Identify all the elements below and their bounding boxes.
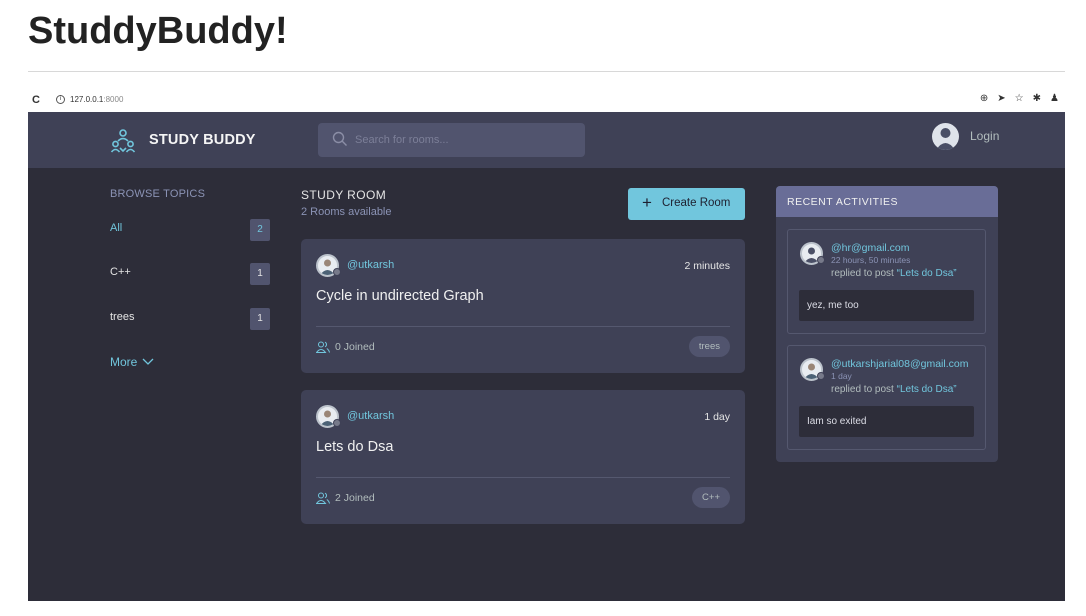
topic-count-badge: 2 <box>250 219 270 241</box>
extensions-icon[interactable]: ✱ <box>1033 93 1041 104</box>
activity-item: @hr@gmail.com 22 hours, 50 minutes repli… <box>787 229 986 334</box>
topic-label: C++ <box>110 266 131 278</box>
send-icon[interactable]: ➤ <box>997 93 1005 104</box>
room-topic-tag[interactable]: C++ <box>692 487 730 508</box>
search-bar[interactable] <box>318 123 585 157</box>
room-host[interactable]: @utkarsh <box>347 259 394 271</box>
activity-item: @utkarshjarial08@gmail.com 1 day replied… <box>787 345 986 450</box>
activity-user[interactable]: @utkarshjarial08@gmail.com <box>831 358 968 370</box>
online-status-dot <box>817 372 825 380</box>
activity-time: 1 day <box>831 371 852 381</box>
plus-icon: + <box>642 193 652 212</box>
topic-item-cpp[interactable]: C++ 1 <box>110 263 270 285</box>
room-divider <box>316 477 730 478</box>
topic-label: All <box>110 222 123 234</box>
search-input[interactable] <box>355 123 575 157</box>
room-host[interactable]: @utkarsh <box>347 410 394 422</box>
activity-user[interactable]: @hr@gmail.com <box>831 242 910 254</box>
topic-label: trees <box>110 311 135 323</box>
more-label: More <box>110 355 138 369</box>
rooms-available-count: 2 Rooms available <box>301 206 392 218</box>
title-divider <box>28 71 1065 72</box>
people-icon <box>315 491 330 509</box>
activity-action-text: replied to post <box>831 268 894 279</box>
create-room-label: Create Room <box>662 197 731 209</box>
online-status-dot <box>817 256 825 264</box>
people-icon <box>315 340 330 358</box>
brand-name[interactable]: STUDY BUDDY <box>149 132 256 148</box>
room-title[interactable]: Cycle in undirected Graph <box>316 288 484 304</box>
recent-activities-title: RECENT ACTIVITIES <box>787 196 898 208</box>
room-title[interactable]: Lets do Dsa <box>316 439 393 455</box>
login-link[interactable]: Login <box>970 129 999 143</box>
create-room-button[interactable]: + Create Room <box>628 188 745 220</box>
activity-time: 22 hours, 50 minutes <box>831 255 911 265</box>
chevron-down-icon <box>141 355 155 369</box>
topic-count-badge: 1 <box>250 308 270 330</box>
browser-toolbar: C i 127.0.0.1:8000 ⊕ ➤ ☆ ✱ ♟ <box>28 92 1065 109</box>
activity-action: replied to post “Lets do Dsa” <box>831 268 957 279</box>
topic-count-badge: 1 <box>250 263 270 285</box>
activity-action: replied to post “Lets do Dsa” <box>831 384 957 395</box>
user-avatar[interactable] <box>932 123 959 150</box>
page-title: StuddyBuddy! <box>28 10 288 52</box>
search-icon <box>332 131 348 152</box>
logo-icon[interactable] <box>110 128 136 159</box>
info-icon[interactable]: i <box>56 95 65 104</box>
online-status-dot <box>333 419 341 427</box>
zoom-icon[interactable]: ⊕ <box>980 93 988 104</box>
room-time: 2 minutes <box>684 260 730 272</box>
study-room-heading: STUDY ROOM <box>301 188 387 202</box>
star-icon[interactable]: ☆ <box>1015 93 1024 104</box>
address-bar[interactable]: 127.0.0.1:8000 <box>70 95 123 104</box>
online-status-dot <box>333 268 341 276</box>
url-port: :8000 <box>103 95 124 104</box>
room-card[interactable]: @utkarsh 2 minutes Cycle in undirected G… <box>301 239 745 373</box>
room-divider <box>316 326 730 327</box>
room-card[interactable]: @utkarsh 1 day Lets do Dsa 2 Joined C++ <box>301 390 745 524</box>
url-host: 127.0.0.1 <box>70 95 104 104</box>
recent-activities-panel: RECENT ACTIVITIES @hr@gmail.com 22 hours… <box>776 186 998 462</box>
topic-item-all[interactable]: All 2 <box>110 219 270 241</box>
room-topic-tag[interactable]: trees <box>688 336 730 357</box>
app-window: STUDY BUDDY Login BROWSE TOPICS All 2 C+… <box>28 112 1065 601</box>
joined-count: 2 Joined <box>335 492 375 504</box>
activity-action-text: replied to post <box>831 384 894 395</box>
activity-room-link[interactable]: “Lets do Dsa” <box>897 268 957 279</box>
reload-icon[interactable]: C <box>32 94 40 106</box>
profile-icon[interactable]: ♟ <box>1050 93 1059 104</box>
browse-topics-title: BROWSE TOPICS <box>110 188 206 200</box>
activity-message: yez, me too <box>799 290 974 321</box>
topic-item-trees[interactable]: trees 1 <box>110 308 270 330</box>
activity-message: Iam so exited <box>799 406 974 437</box>
room-time: 1 day <box>704 411 730 423</box>
joined-count: 0 Joined <box>335 341 375 353</box>
activity-room-link[interactable]: “Lets do Dsa” <box>897 384 957 395</box>
more-topics-link[interactable]: More <box>110 355 155 369</box>
